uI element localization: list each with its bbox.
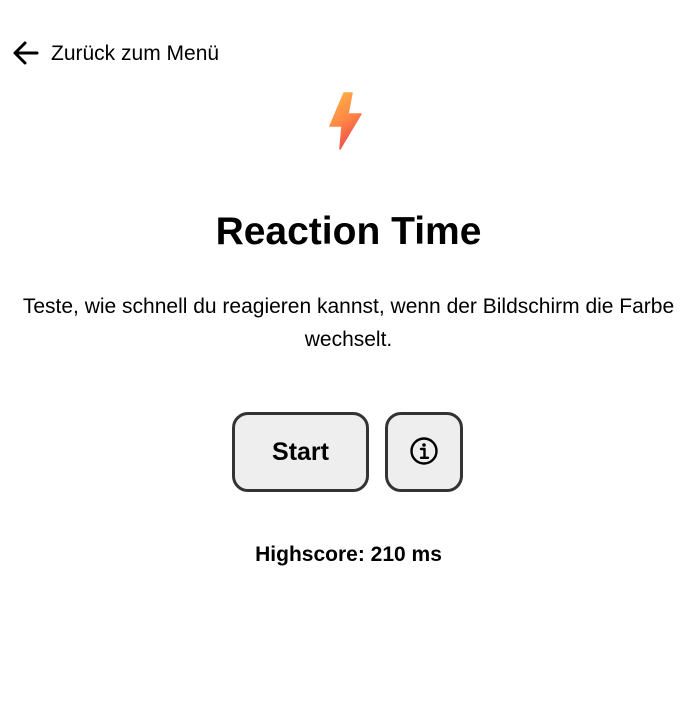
page-title: Reaction Time [215, 210, 482, 253]
action-buttons: Start [232, 412, 463, 492]
back-link-label: Zurück zum Menü [51, 41, 220, 65]
game-description: Teste, wie schnell du reagieren kannst, … [22, 295, 675, 351]
start-button[interactable]: Start [232, 412, 369, 492]
arrow-left-icon [12, 39, 40, 67]
back-to-menu-link[interactable]: Zurück zum Menü [12, 37, 219, 69]
lightning-bolt-icon [327, 92, 363, 150]
highscore-text: Highscore: 210 ms [255, 543, 442, 566]
info-button[interactable] [385, 412, 463, 492]
info-circle-icon [409, 436, 439, 469]
